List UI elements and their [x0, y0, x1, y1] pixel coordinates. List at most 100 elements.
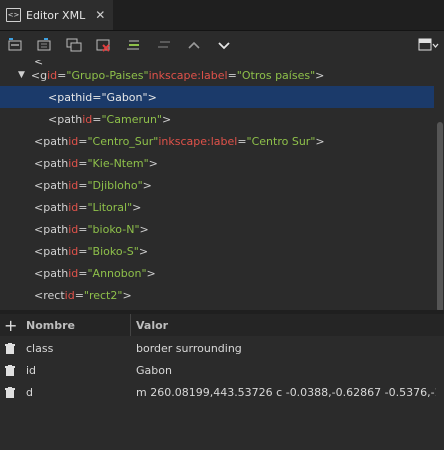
tree-row[interactable]: < path id = "Bioko-S" > [0, 240, 434, 262]
tree-row[interactable]: <path id="mi-path"> [0, 306, 434, 307]
attribute-row[interactable]: d m 260.08199,443.53726 c -0.0388,-0.6286… [0, 381, 444, 403]
tree-row[interactable]: < path id = "Centro_Sur" inkscape:label = "Ce… [0, 130, 434, 152]
tab-bar: <> Editor XML ✕ [0, 0, 444, 31]
node-tag-name: path [43, 222, 69, 236]
tag-close-bracket: > [139, 222, 149, 236]
tab-label: Editor XML [26, 8, 86, 22]
node-attr-name: id [68, 244, 79, 258]
attr-equals: = [78, 156, 88, 170]
xml-node-tree: < ▼ < g id = "Grupo-Paises" inkscape:label = "O… [0, 60, 434, 307]
close-icon[interactable]: ✕ [95, 8, 105, 22]
attr-equals: = [78, 134, 88, 148]
tree-row[interactable]: < path id = "Camerun" > [0, 108, 434, 130]
tag-open-bracket: < [34, 288, 44, 302]
node-tag-name: path [43, 244, 69, 258]
node-tag-name: path [43, 200, 69, 214]
tree-row[interactable]: < rect id = "rect2" > [0, 284, 434, 306]
delete-node-icon[interactable] [95, 37, 111, 53]
new-element-node-icon[interactable] [7, 37, 23, 53]
lower-node-icon[interactable] [216, 37, 232, 53]
tree-row[interactable]: < path id = "Litoral" > [0, 196, 434, 218]
attr-equals: = [78, 244, 88, 258]
tag-close-bracket: > [122, 288, 132, 302]
node-attr-name: id [68, 222, 79, 236]
attr-equals: = [92, 90, 102, 104]
node-attr-value: "Centro Sur" [246, 134, 316, 148]
trash-icon[interactable] [5, 386, 15, 398]
tag-open-bracket: < [34, 266, 44, 280]
node-attr-name: id [68, 200, 79, 214]
tag-open-bracket: < [34, 222, 44, 236]
tag-close-bracket: > [315, 68, 325, 82]
tree-row[interactable]: ▼ < g id = "Grupo-Paises" inkscape:label = "Ot… [0, 64, 434, 86]
node-tag-name: rect [43, 288, 65, 302]
attribute-row[interactable]: id Gabon [0, 359, 444, 381]
node-attr-name: inkscape:label [158, 134, 238, 148]
tab-xml-editor[interactable]: <> Editor XML ✕ [0, 0, 113, 30]
attribute-row[interactable]: class border surrounding [0, 337, 444, 359]
node-tag-name: g [40, 68, 48, 82]
tree-row[interactable]: < path id = "Djibloho" > [0, 174, 434, 196]
tree-row[interactable]: < path id = "Annobon" > [0, 262, 434, 284]
tree-row[interactable]: < path id = "Kie-Ntem" > [0, 152, 434, 174]
indent-node-icon[interactable] [125, 37, 141, 53]
trash-icon[interactable] [5, 342, 15, 354]
attribute-name[interactable]: class [26, 342, 53, 355]
tag-close-bracket: > [132, 200, 142, 214]
tree-row[interactable]: < path id = "bioko-N" > [0, 218, 434, 240]
attr-equals: = [57, 68, 67, 82]
add-attribute-button[interactable]: + [4, 316, 17, 335]
duplicate-node-icon[interactable] [66, 37, 82, 53]
node-attr-name: id [68, 266, 79, 280]
tag-open-bracket: < [48, 112, 58, 126]
attr-equals: = [237, 134, 247, 148]
tag-open-bracket: < [48, 90, 58, 104]
node-attr-value: "bioko-N" [87, 222, 140, 236]
node-attr-name: id [82, 112, 93, 126]
node-attr-name: id [64, 288, 75, 302]
attr-equals: = [78, 266, 88, 280]
attr-equals: = [92, 112, 102, 126]
tree-scrollbar[interactable] [436, 60, 444, 312]
node-tag-name: path [57, 90, 83, 104]
node-attr-value: "Otros países" [236, 68, 316, 82]
node-attr-value: "rect2" [83, 288, 123, 302]
raise-node-icon[interactable] [186, 37, 202, 53]
node-attr-value: "Annobon" [87, 266, 147, 280]
tag-close-bracket: > [146, 266, 156, 280]
attribute-value[interactable]: border surrounding [136, 342, 436, 355]
attribute-value[interactable]: m 260.08199,443.53726 c -0.0388,-0.62867… [136, 386, 436, 399]
scrollbar-thumb[interactable] [437, 122, 443, 312]
node-tag-name: path [57, 112, 83, 126]
node-tag-name: path [43, 178, 69, 192]
tag-close-bracket: > [315, 134, 325, 148]
node-attr-name: id [47, 68, 58, 82]
tag-close-bracket: > [162, 112, 172, 126]
toolbar [0, 31, 444, 59]
node-attr-value: "Litoral" [87, 200, 133, 214]
tag-close-bracket: > [148, 156, 158, 170]
tag-close-bracket: > [138, 244, 149, 258]
attribute-value[interactable]: Gabon [136, 364, 436, 377]
attribute-name[interactable]: d [26, 386, 33, 399]
layout-menu-icon[interactable] [418, 37, 440, 53]
node-attr-name: id [68, 156, 79, 170]
node-attr-value: "Kie-Ntem" [87, 156, 149, 170]
trash-icon[interactable] [5, 364, 15, 376]
node-attr-value: "Camerun" [101, 112, 163, 126]
tag-close-bracket: > [147, 90, 157, 104]
attr-equals: = [227, 68, 237, 82]
new-text-node-icon[interactable] [36, 37, 52, 53]
attribute-name[interactable]: id [26, 364, 36, 377]
node-attr-name: id [82, 90, 93, 104]
expand-arrow-icon[interactable]: ▼ [18, 70, 25, 80]
node-attr-value: "Bioko-S" [87, 244, 139, 258]
unindent-node-icon[interactable] [156, 37, 172, 53]
attr-equals: = [74, 288, 84, 302]
node-attr-value: "Centro_Sur" [87, 134, 159, 148]
attr-equals: = [78, 222, 88, 236]
tree-row-selected[interactable]: < path id = "Gabon" > [0, 86, 434, 108]
tag-open-bracket: < [34, 178, 44, 192]
node-attr-value: "Gabon" [101, 90, 148, 104]
tag-open-bracket: < [34, 156, 44, 170]
